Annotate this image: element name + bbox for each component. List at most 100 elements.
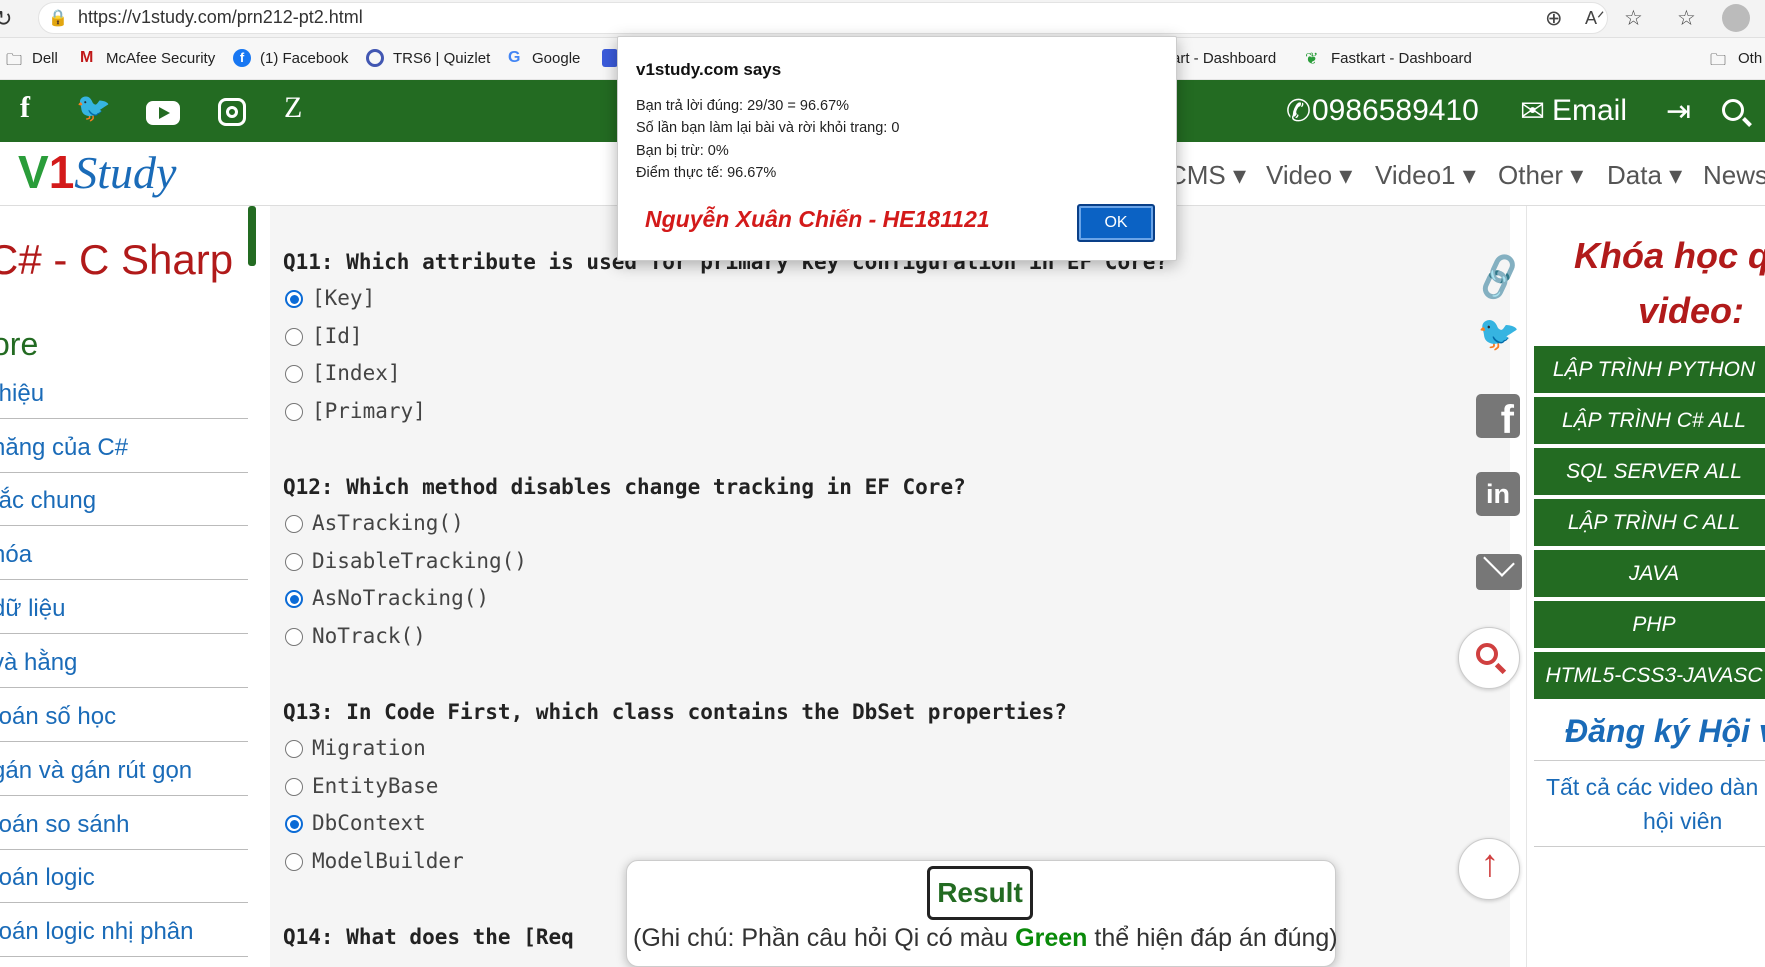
sidebar-link[interactable]: thiệu — [0, 380, 44, 408]
profile-avatar[interactable] — [1722, 4, 1750, 32]
sidebar-link[interactable]: năng của C# — [0, 434, 128, 462]
sidebar-divider — [0, 472, 248, 473]
bookmark-dashboard[interactable]: art - Dashboard — [1172, 50, 1276, 67]
sidebar-divider — [0, 956, 248, 957]
answer-option-label[interactable]: [Index] — [312, 361, 401, 385]
course-button[interactable]: JAVA — [1534, 550, 1765, 597]
dialog-final-score: Điểm thực tế: 96.67% — [636, 165, 777, 181]
search-icon[interactable] — [1722, 99, 1752, 127]
nav-news[interactable]: News — [1703, 160, 1765, 191]
mail-icon[interactable] — [1476, 545, 1522, 590]
dialog-penalty: Bạn bị trừ: 0% — [636, 143, 729, 159]
favorites-icon[interactable]: ☆ — [1677, 6, 1696, 31]
bookmark-mcafee[interactable]: McAfee Security — [106, 50, 215, 67]
twitter-icon[interactable]: 🐦 — [1476, 314, 1522, 354]
answer-option-label[interactable]: [Primary] — [312, 399, 426, 423]
sidebar-divider — [0, 525, 248, 526]
ok-button[interactable]: OK — [1077, 204, 1155, 242]
site-logo[interactable]: V1Study — [18, 145, 176, 199]
sidebar-link[interactable]: dữ liệu — [0, 595, 65, 623]
sidebar-link[interactable]: toán so sánh — [0, 811, 129, 839]
answer-radio[interactable] — [285, 815, 303, 833]
bookmark-other[interactable]: Oth — [1738, 50, 1762, 67]
answer-radio[interactable] — [285, 327, 303, 346]
answer-radio[interactable] — [285, 552, 303, 571]
answer-radio[interactable] — [285, 402, 303, 421]
bookmark-fastkart[interactable]: Fastkart - Dashboard — [1331, 50, 1472, 67]
answer-option-label[interactable]: Migration — [312, 736, 426, 760]
bookmark-dell[interactable]: Dell — [32, 50, 58, 67]
instagram-icon[interactable] — [218, 98, 246, 126]
sidebar-link[interactable]: gán và gán rút gọn — [0, 757, 192, 785]
search-button[interactable] — [1458, 627, 1520, 689]
answer-radio[interactable] — [285, 627, 303, 646]
answer-option-label[interactable]: DbContext — [312, 811, 426, 835]
quizlet-icon — [366, 49, 384, 67]
sidebar-scrollbar[interactable] — [248, 206, 256, 266]
answer-radio[interactable] — [285, 590, 303, 608]
answer-option-label[interactable]: [Key] — [312, 286, 375, 310]
all-videos-link-line2[interactable]: hội viên — [1643, 808, 1722, 835]
sidebar-link[interactable]: toán logic — [0, 864, 95, 892]
sidebar-link[interactable]: tắc chung — [0, 487, 96, 515]
answer-option-label[interactable]: AsTracking() — [312, 511, 464, 535]
course-button[interactable]: LẬP TRÌNH C# ALL — [1534, 397, 1765, 444]
bookmark-facebook[interactable]: (1) Facebook — [260, 50, 348, 67]
folder-icon: 🗀 — [6, 52, 23, 69]
facebook-icon[interactable]: f — [20, 91, 30, 125]
reload-icon[interactable]: ↻ — [0, 6, 12, 32]
facebook-share-icon[interactable]: f — [1476, 394, 1520, 438]
sidebar-title: C# - C Sharp — [0, 236, 234, 283]
answer-option-label[interactable]: EntityBase — [312, 774, 438, 798]
question-text: Q12: Which method disables change tracki… — [283, 475, 966, 499]
login-icon[interactable]: ⇥ — [1666, 94, 1691, 129]
bookmark-google[interactable]: Google — [532, 50, 580, 67]
course-button[interactable]: LẬP TRÌNH PYTHON — [1534, 346, 1765, 393]
phone-number[interactable]: 0986589410 — [1312, 94, 1479, 128]
linkedin-icon[interactable]: in — [1476, 472, 1520, 516]
nav-cms[interactable]: CMS ▾ — [1168, 160, 1246, 191]
course-button[interactable]: LẬP TRÌNH C ALL — [1534, 499, 1765, 546]
favorite-star-icon[interactable]: ☆ — [1624, 6, 1643, 31]
all-videos-link[interactable]: Tất cả các video dàn — [1546, 774, 1758, 801]
course-button[interactable]: PHP — [1534, 601, 1765, 648]
answer-option-label[interactable]: ModelBuilder — [312, 849, 464, 873]
answer-option-label[interactable]: DisableTracking() — [312, 549, 527, 573]
answer-option-label[interactable]: NoTrack() — [312, 624, 426, 648]
lock-icon[interactable]: 🔒 — [48, 8, 68, 28]
sidebar-link[interactable]: toán số học — [0, 703, 116, 731]
result-button[interactable]: Result — [927, 866, 1033, 920]
divider — [1534, 846, 1765, 847]
answer-radio[interactable] — [285, 290, 303, 308]
nav-data[interactable]: Data ▾ — [1607, 160, 1682, 191]
bookmark-quizlet[interactable]: TRS6 | Quizlet — [393, 50, 490, 67]
sidebar-link[interactable]: hóa — [0, 541, 32, 569]
answer-radio[interactable] — [285, 515, 303, 533]
answer-radio[interactable] — [285, 852, 303, 871]
scroll-top-button[interactable]: ↑ — [1458, 838, 1520, 900]
answer-radio[interactable] — [285, 740, 303, 758]
course-button[interactable]: SQL SERVER ALL — [1534, 448, 1765, 495]
question-text: Q14: What does the [Req — [283, 925, 574, 949]
course-button[interactable]: HTML5-CSS3-JAVASC — [1534, 652, 1765, 699]
youtube-icon[interactable] — [146, 101, 180, 125]
left-sidebar — [0, 206, 256, 967]
sidebar-link[interactable]: và hằng — [0, 649, 77, 677]
twitter-icon[interactable]: 🐦 — [76, 91, 111, 124]
read-aloud-icon[interactable]: Aᐟ — [1585, 8, 1605, 29]
answer-radio[interactable] — [285, 777, 303, 796]
sidebar-link[interactable]: toán logic nhị phân — [0, 918, 194, 946]
email-link[interactable]: Email — [1552, 94, 1627, 128]
answer-option-label[interactable]: [Id] — [312, 324, 363, 348]
zoom-icon[interactable]: ⊕ — [1545, 6, 1563, 31]
zalo-icon[interactable]: Z — [284, 91, 302, 125]
phone-icon: ✆ — [1286, 95, 1312, 128]
sidebar-divider — [0, 418, 248, 419]
answer-radio[interactable] — [285, 365, 303, 383]
nav-video1[interactable]: Video1 ▾ — [1375, 160, 1476, 191]
nav-other[interactable]: Other ▾ — [1498, 160, 1583, 191]
url-text[interactable]: https://v1study.com/prn212-pt2.html — [78, 7, 363, 28]
nav-video[interactable]: Video ▾ — [1266, 160, 1352, 191]
answer-option-label[interactable]: AsNoTracking() — [312, 586, 489, 610]
result-note: (Ghi chú: Phần câu hỏi Qi có màu Green t… — [633, 924, 1338, 952]
